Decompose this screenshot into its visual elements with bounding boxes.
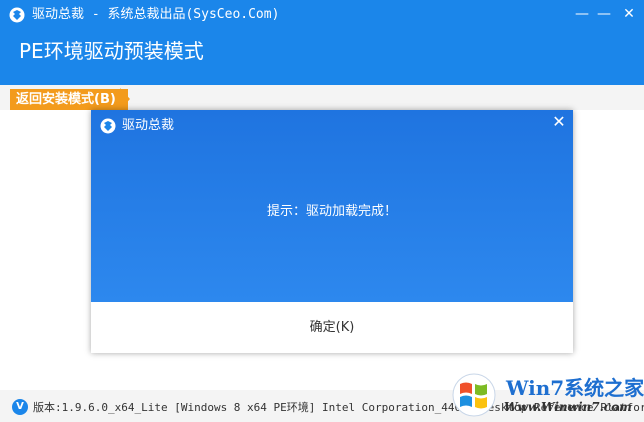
dialog-title: 驱动总裁 — [122, 118, 175, 133]
ok-button[interactable]: 确定(K) — [296, 317, 368, 339]
dialog-header: 驱动总裁 ✕ 提示：驱动加载完成！ — [91, 110, 573, 302]
watermark-logo: Win7系统之家 Www.Winwin7.com — [446, 368, 644, 422]
title-bar: 驱动总裁 - 系统总裁出品(SysCeo.Com) — — ✕ — [0, 0, 644, 30]
version-icon: V — [12, 399, 28, 415]
page-heading: PE环境驱动预装模式 — [19, 39, 204, 63]
watermark-url: Www.Winwin7.com — [504, 400, 632, 414]
close-button[interactable]: ✕ — [619, 4, 639, 24]
windows-logo-icon — [452, 373, 496, 417]
app-logo-icon — [9, 7, 25, 23]
minimize-button-2[interactable]: — — [594, 4, 614, 24]
window-title: 驱动总裁 - 系统总裁出品(SysCeo.Com) — [32, 7, 280, 22]
watermark-name: Win7系统之家 — [506, 376, 644, 400]
back-tab-label: 返回安装模式(B) — [10, 89, 128, 111]
dialog-logo-icon — [100, 118, 116, 134]
minimize-icon-2: — — [597, 6, 611, 22]
completion-dialog: 驱动总裁 ✕ 提示：驱动加载完成！ 确定(K) — [91, 110, 573, 353]
close-icon: ✕ — [552, 112, 566, 131]
back-to-install-tab[interactable]: 返回安装模式(B) — [10, 88, 128, 111]
back-tab-arrow — [120, 88, 130, 110]
minimize-button[interactable]: — — [572, 4, 592, 24]
minimize-icon: — — [575, 6, 589, 22]
close-icon: ✕ — [623, 6, 635, 22]
dialog-close-button[interactable]: ✕ — [549, 112, 569, 132]
main-window: 驱动总裁 - 系统总裁出品(SysCeo.Com) — — ✕ PE环境驱动预装… — [0, 0, 644, 422]
header: 驱动总裁 - 系统总裁出品(SysCeo.Com) — — ✕ PE环境驱动预装… — [0, 0, 644, 85]
dialog-message: 提示：驱动加载完成！ — [266, 204, 397, 219]
